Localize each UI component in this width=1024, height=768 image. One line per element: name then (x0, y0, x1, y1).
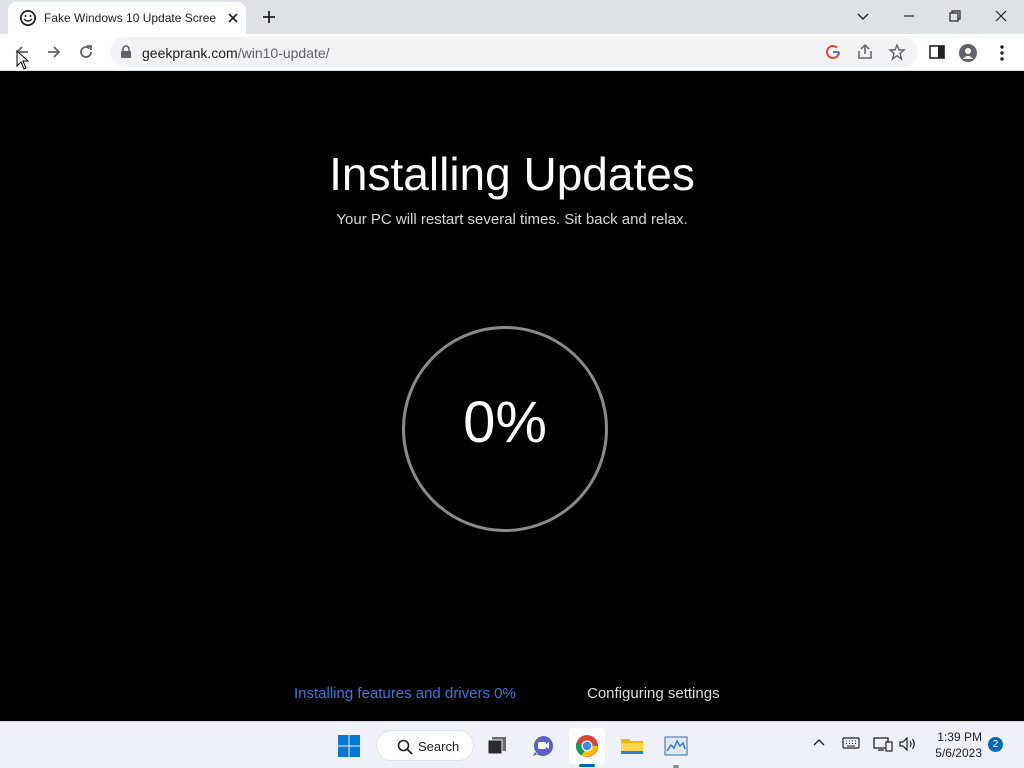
minimize-button[interactable] (886, 2, 932, 30)
search-label: Search (418, 739, 460, 754)
lock-icon[interactable] (120, 45, 132, 64)
tab-active[interactable]: Fake Windows 10 Update Screen (8, 2, 246, 34)
side-panel-icon[interactable] (928, 43, 948, 63)
bookmark-star-icon[interactable] (888, 43, 906, 61)
close-window-button[interactable] (978, 2, 1024, 30)
chrome-active-indicator (579, 764, 595, 767)
progress-percent: 0% (463, 390, 547, 455)
url-text[interactable]: geekprank.com/win10-update/ (142, 45, 330, 61)
taskbar-search[interactable]: Search (376, 730, 474, 761)
network-icon[interactable] (873, 736, 893, 756)
windows-taskbar: Search 1:39 PM 5/6/2023 2 (0, 721, 1024, 768)
start-windows-icon[interactable] (331, 728, 367, 764)
keyboard-icon[interactable] (842, 736, 862, 756)
url-path: /win10-update/ (237, 45, 330, 61)
status-configuring: Configuring settings (587, 685, 720, 702)
notification-badge[interactable]: 2 (988, 737, 1003, 752)
screen: Fake Windows 10 Update Screen geekprank.… (0, 0, 1024, 768)
chrome-taskbar-icon[interactable] (569, 728, 605, 764)
search-icon (397, 739, 413, 755)
browser-tab-strip: Fake Windows 10 Update Screen (0, 0, 1024, 34)
url-host: geekprank.com (142, 45, 238, 61)
browser-toolbar: geekprank.com/win10-update/ (0, 34, 1024, 71)
new-tab-button[interactable] (258, 6, 280, 28)
page-title: Installing Updates (329, 148, 695, 200)
forward-arrow-icon[interactable] (40, 38, 68, 66)
show-hidden-icons-chevron-icon[interactable] (812, 736, 832, 756)
restore-button[interactable] (932, 2, 978, 30)
mouse-cursor-icon (16, 49, 30, 75)
address-bar[interactable]: geekprank.com/win10-update/ (110, 37, 918, 67)
volume-icon[interactable] (898, 736, 918, 756)
file-explorer-icon[interactable] (614, 728, 650, 764)
clock-time: 1:39 PM (937, 730, 982, 744)
teams-chat-icon[interactable] (525, 728, 561, 764)
google-lens-icon[interactable] (824, 43, 842, 61)
task-manager-icon[interactable] (658, 728, 694, 764)
status-installing: Installing features and drivers 0% (294, 685, 516, 702)
tab-title: Fake Windows 10 Update Screen (44, 11, 216, 25)
page-subtitle: Your PC will restart several times. Sit … (336, 211, 688, 228)
clock-date: 5/6/2023 (935, 746, 982, 760)
task-view-icon[interactable] (479, 728, 515, 764)
tab-close-icon[interactable] (224, 9, 242, 27)
tab-search-chevron-icon[interactable] (840, 2, 886, 30)
reload-icon[interactable] (72, 38, 100, 66)
more-menu-icon[interactable] (994, 43, 1014, 63)
profile-avatar-icon[interactable] (958, 43, 978, 63)
share-icon[interactable] (856, 43, 874, 61)
trollface-favicon-icon (20, 10, 36, 26)
taskbar-clock[interactable]: 1:39 PM 5/6/2023 (924, 729, 982, 761)
update-screen: Installing Updates Your PC will restart … (0, 71, 1024, 721)
